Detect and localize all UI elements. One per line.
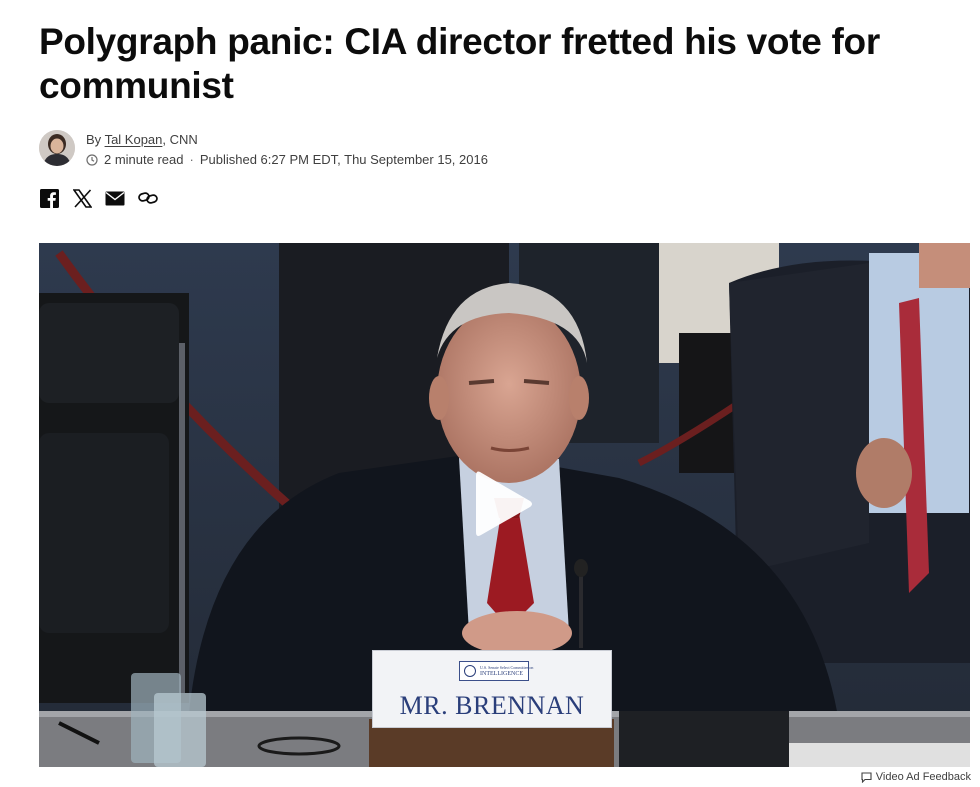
video-player[interactable]: U.S. Senate Select Committee on INTELLIG… <box>39 243 970 767</box>
share-bar <box>39 187 158 209</box>
seal-text-top: U.S. Senate Select Committee on <box>480 665 534 670</box>
play-button[interactable] <box>474 468 534 540</box>
read-time: 2 minute read <box>104 152 184 167</box>
seal-ring-icon <box>464 665 476 677</box>
link-icon <box>138 192 158 204</box>
published-timestamp: Published 6:27 PM EDT, Thu September 15,… <box>199 152 488 167</box>
facebook-icon <box>39 188 59 208</box>
byline-outlet: , CNN <box>162 132 198 147</box>
byline-text: By Tal Kopan, CNN <box>86 132 198 148</box>
headline: Polygraph panic: CIA director fretted hi… <box>39 21 880 106</box>
video-ad-feedback-label: Video Ad Feedback <box>875 771 971 783</box>
clock-icon <box>86 154 98 166</box>
share-facebook-button[interactable] <box>39 188 59 208</box>
comment-icon <box>861 771 872 783</box>
senate-seal: U.S. Senate Select Committee on INTELLIG… <box>459 661 533 681</box>
video-ad-feedback-link[interactable]: Video Ad Feedback <box>861 771 971 783</box>
author-link[interactable]: Tal Kopan <box>105 132 163 147</box>
play-icon <box>476 471 532 536</box>
nameplate-name: MR. BRENNAN <box>399 691 585 720</box>
email-icon <box>105 191 125 205</box>
byline-prefix: By <box>86 132 105 147</box>
author-avatar[interactable] <box>39 130 75 166</box>
article-meta: 2 minute read · Published 6:27 PM EDT, T… <box>86 152 488 168</box>
seal-text-bottom: INTELLIGENCE <box>480 671 523 677</box>
x-icon <box>72 188 92 208</box>
share-email-button[interactable] <box>105 188 125 208</box>
nameplate: U.S. Senate Select Committee on INTELLIG… <box>372 650 612 728</box>
copy-link-button[interactable] <box>138 188 158 208</box>
byline: By Tal Kopan, CNN 2 minute read · Publis… <box>39 130 639 168</box>
share-x-button[interactable] <box>72 188 92 208</box>
separator-dot: · <box>189 152 194 167</box>
